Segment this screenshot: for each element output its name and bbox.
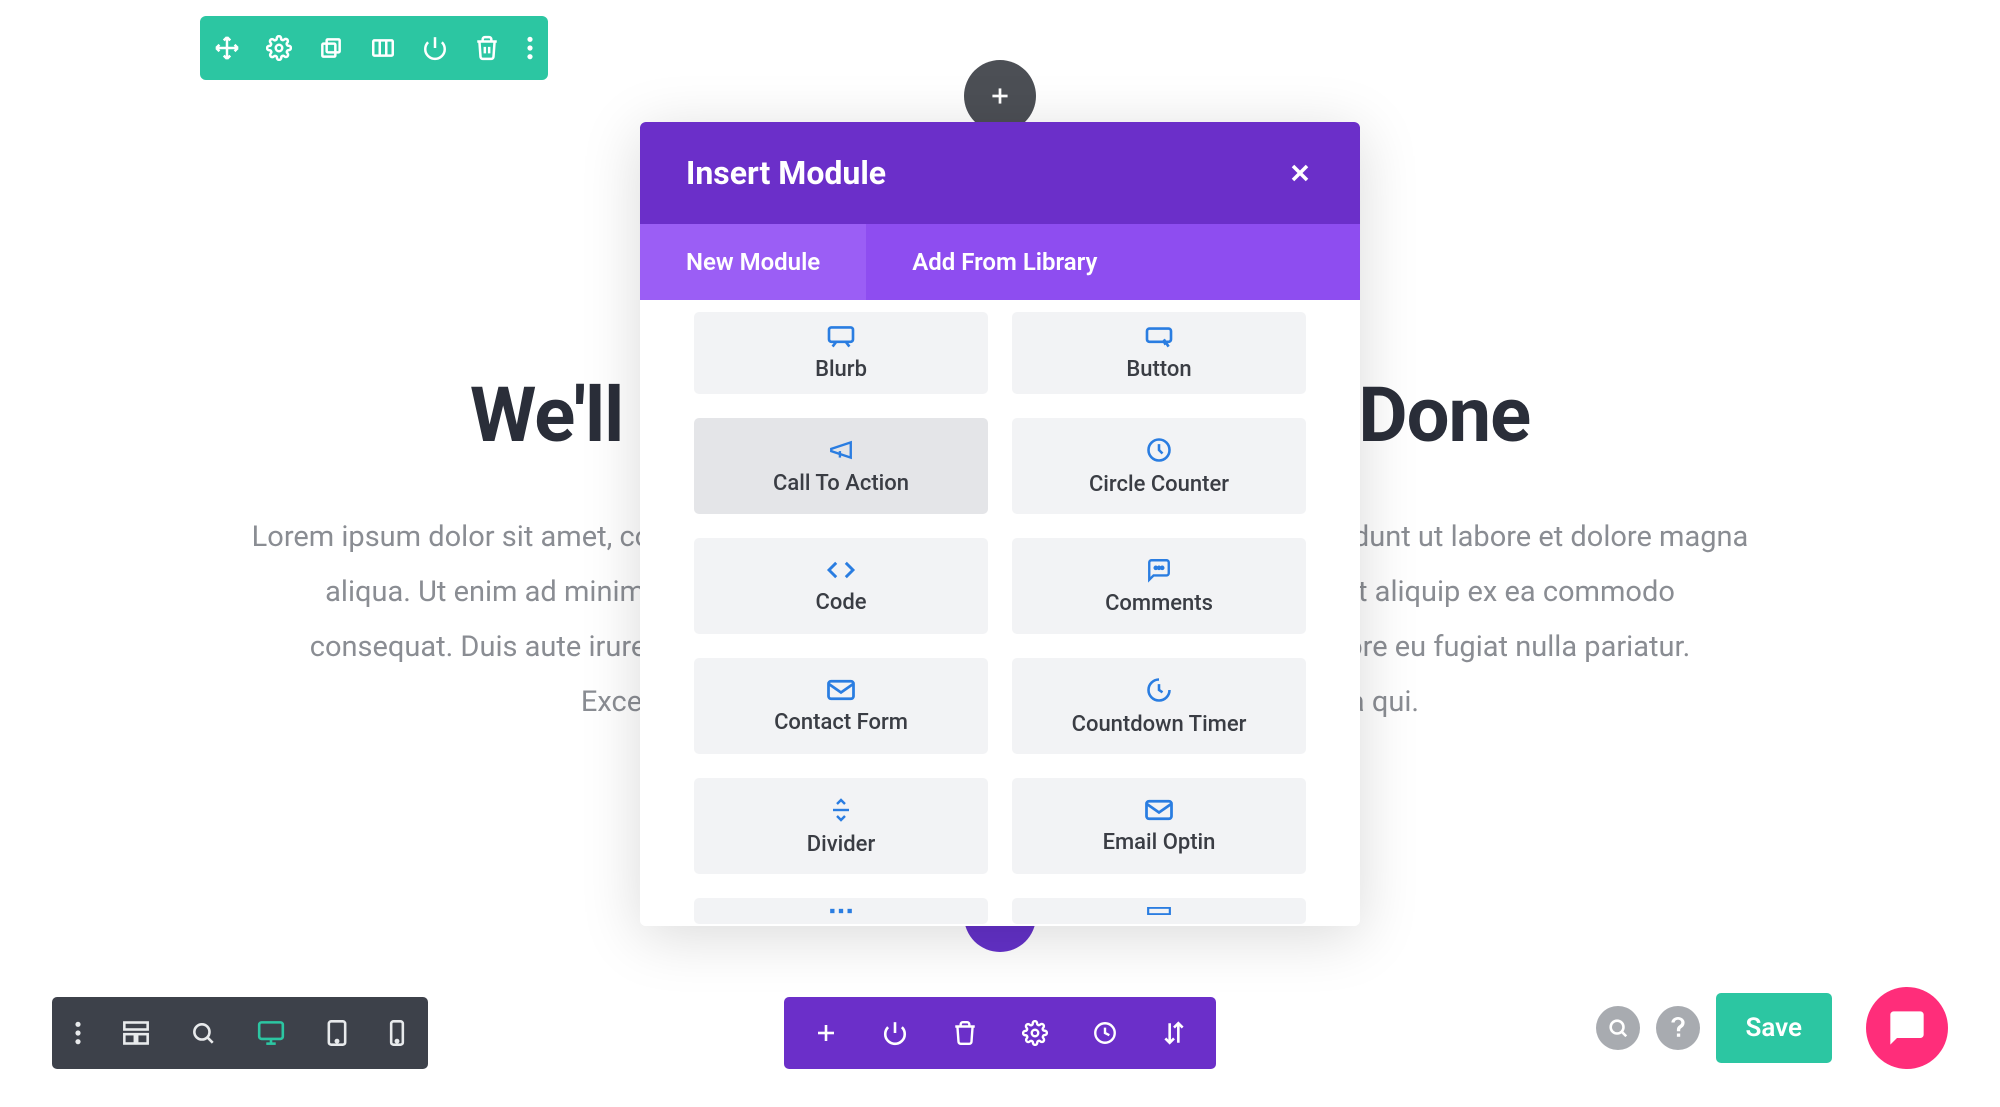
module-grid: Blurb Button Call To Action Circle Count… xyxy=(694,312,1306,924)
close-icon[interactable] xyxy=(1286,159,1314,187)
tablet-icon[interactable] xyxy=(326,1019,348,1047)
countdown-icon xyxy=(1145,676,1173,704)
page-actions-toolbar xyxy=(784,997,1216,1069)
modal-tabs: New Module Add From Library xyxy=(640,224,1360,300)
responsive-toolbar xyxy=(52,997,428,1069)
module-email-optin[interactable]: Email Optin xyxy=(1012,778,1306,874)
module-code[interactable]: Code xyxy=(694,538,988,634)
more-icon[interactable] xyxy=(526,35,534,61)
chat-icon[interactable] xyxy=(1866,987,1948,1069)
module-label: Circle Counter xyxy=(1089,472,1229,497)
more-vertical-icon[interactable] xyxy=(74,1020,82,1046)
sort-icon[interactable] xyxy=(1162,1020,1186,1046)
email-optin-icon xyxy=(1144,798,1174,822)
duplicate-icon[interactable] xyxy=(318,35,344,61)
phone-icon[interactable] xyxy=(388,1019,406,1047)
module-label: Blurb xyxy=(815,357,867,382)
module-label: Countdown Timer xyxy=(1072,712,1247,737)
module-comments[interactable]: Comments xyxy=(1012,538,1306,634)
button-icon xyxy=(1144,325,1174,349)
module-label: Button xyxy=(1126,357,1191,382)
modal-header: Insert Module xyxy=(640,122,1360,224)
move-icon[interactable] xyxy=(214,35,240,61)
module-circle-counter[interactable]: Circle Counter xyxy=(1012,418,1306,514)
blurb-icon xyxy=(826,325,856,349)
module-partial-next-right[interactable] xyxy=(1012,898,1306,924)
module-partial-next-left[interactable] xyxy=(694,898,988,924)
tab-add-from-library[interactable]: Add From Library xyxy=(866,224,1143,300)
module-label: Comments xyxy=(1105,591,1213,616)
module-divider[interactable]: Divider xyxy=(694,778,988,874)
module-label: Code xyxy=(815,590,866,615)
clock-icon[interactable] xyxy=(1092,1020,1118,1046)
code-icon xyxy=(826,558,856,582)
gear-icon[interactable] xyxy=(1022,1020,1048,1046)
search-button[interactable] xyxy=(1596,1006,1640,1050)
divider-icon xyxy=(829,796,853,824)
module-countdown-timer[interactable]: Countdown Timer xyxy=(1012,658,1306,754)
module-call-to-action[interactable]: Call To Action xyxy=(694,418,988,514)
trash-icon[interactable] xyxy=(952,1020,978,1046)
module-contact-form[interactable]: Contact Form xyxy=(694,658,988,754)
module-label: Divider xyxy=(807,832,875,857)
power-icon[interactable] xyxy=(882,1020,908,1046)
trash-icon[interactable] xyxy=(474,35,500,61)
columns-icon[interactable] xyxy=(370,35,396,61)
circle-counter-icon xyxy=(1145,436,1173,464)
contact-form-icon xyxy=(826,678,856,702)
module-label: Email Optin xyxy=(1103,830,1216,855)
tab-new-module[interactable]: New Module xyxy=(640,224,866,300)
modal-body: Blurb Button Call To Action Circle Count… xyxy=(640,300,1360,926)
module-label: Call To Action xyxy=(773,471,909,496)
partial-icon xyxy=(828,907,854,915)
module-blurb[interactable]: Blurb xyxy=(694,312,988,394)
insert-module-modal: Insert Module New Module Add From Librar… xyxy=(640,122,1360,926)
module-button[interactable]: Button xyxy=(1012,312,1306,394)
section-toolbar xyxy=(200,16,548,80)
modal-title: Insert Module xyxy=(686,154,886,192)
gear-icon[interactable] xyxy=(266,35,292,61)
save-button[interactable]: Save xyxy=(1716,993,1833,1063)
search-icon[interactable] xyxy=(190,1020,216,1046)
desktop-icon[interactable] xyxy=(256,1020,286,1046)
power-icon[interactable] xyxy=(422,35,448,61)
bottom-right-actions: Save xyxy=(1596,987,1949,1069)
wireframe-icon[interactable] xyxy=(122,1020,150,1046)
plus-icon[interactable] xyxy=(814,1021,838,1045)
comments-icon xyxy=(1145,557,1173,583)
help-button[interactable] xyxy=(1656,1006,1700,1050)
cta-icon xyxy=(827,437,855,463)
partial-icon xyxy=(1146,907,1172,915)
module-label: Contact Form xyxy=(774,710,908,735)
